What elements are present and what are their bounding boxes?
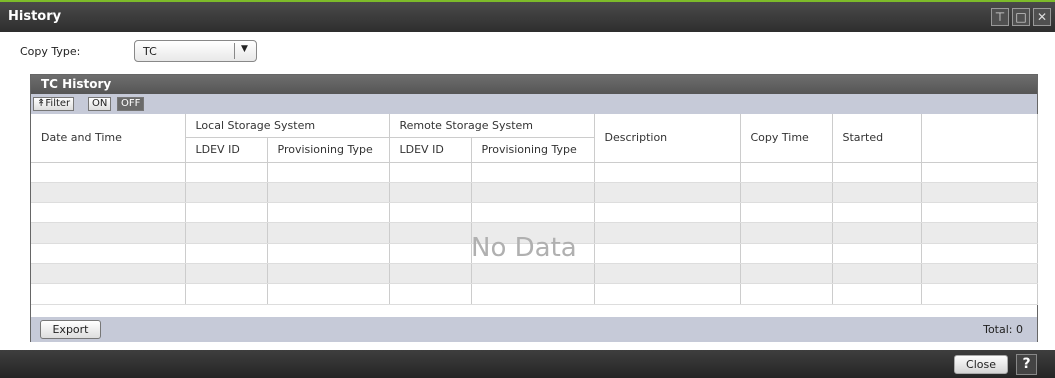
no-data-message: No Data bbox=[471, 233, 577, 263]
close-button[interactable]: Close bbox=[954, 355, 1008, 374]
table-row bbox=[31, 162, 1038, 183]
pin-icon[interactable]: ⊤ bbox=[991, 8, 1009, 26]
filter-label: Filter bbox=[45, 98, 71, 109]
col-group-remote: Remote Storage System bbox=[389, 114, 595, 138]
filter-toggle-button[interactable]: ↟Filter bbox=[33, 97, 75, 111]
table-footer: Export Total: 0 bbox=[31, 317, 1037, 342]
filter-bar: ↟Filter ON OFF bbox=[31, 94, 1037, 114]
col-date-time[interactable]: Date and Time bbox=[31, 114, 186, 163]
window-controls: ⊤ □ ✕ bbox=[991, 8, 1051, 26]
col-local-prov[interactable]: Provisioning Type bbox=[267, 137, 390, 163]
title-bar: History ⊤ □ ✕ bbox=[0, 0, 1055, 32]
table-row bbox=[31, 182, 1038, 204]
export-button[interactable]: Export bbox=[40, 320, 101, 339]
copy-type-value: TC bbox=[143, 45, 157, 58]
col-remote-prov[interactable]: Provisioning Type bbox=[471, 137, 595, 163]
window-title: History bbox=[8, 9, 62, 24]
col-local-ldev[interactable]: LDEV ID bbox=[185, 137, 268, 163]
filter-off-button[interactable]: OFF bbox=[117, 97, 145, 111]
dialog-footer: Close ? bbox=[0, 350, 1055, 378]
copy-type-label: Copy Type: bbox=[20, 45, 81, 58]
dialog-body: Copy Type: TC ▼ TC History ↟Filter ON OF… bbox=[0, 32, 1055, 350]
total-count: Total: 0 bbox=[983, 323, 1023, 336]
panel-title: TC History bbox=[31, 75, 1037, 94]
col-started[interactable]: Started bbox=[832, 114, 922, 163]
table-row bbox=[31, 283, 1038, 305]
chevron-down-icon: ▼ bbox=[241, 44, 248, 54]
select-divider bbox=[234, 43, 235, 59]
col-description[interactable]: Description bbox=[594, 114, 741, 163]
col-copy-time[interactable]: Copy Time bbox=[740, 114, 833, 163]
table-row bbox=[31, 263, 1038, 285]
close-icon[interactable]: ✕ bbox=[1033, 8, 1051, 26]
table-row bbox=[31, 202, 1038, 224]
filter-on-button[interactable]: ON bbox=[88, 97, 112, 111]
history-panel: TC History ↟Filter ON OFF Date and Time … bbox=[30, 74, 1038, 342]
col-remote-ldev[interactable]: LDEV ID bbox=[389, 137, 472, 163]
col-group-local: Local Storage System bbox=[185, 114, 390, 138]
maximize-icon[interactable]: □ bbox=[1012, 8, 1030, 26]
history-table: Date and Time Local Storage System Remot… bbox=[31, 114, 1038, 305]
copy-type-select[interactable]: TC ▼ bbox=[134, 40, 257, 62]
help-button[interactable]: ? bbox=[1016, 354, 1037, 375]
col-extra bbox=[921, 114, 1038, 163]
